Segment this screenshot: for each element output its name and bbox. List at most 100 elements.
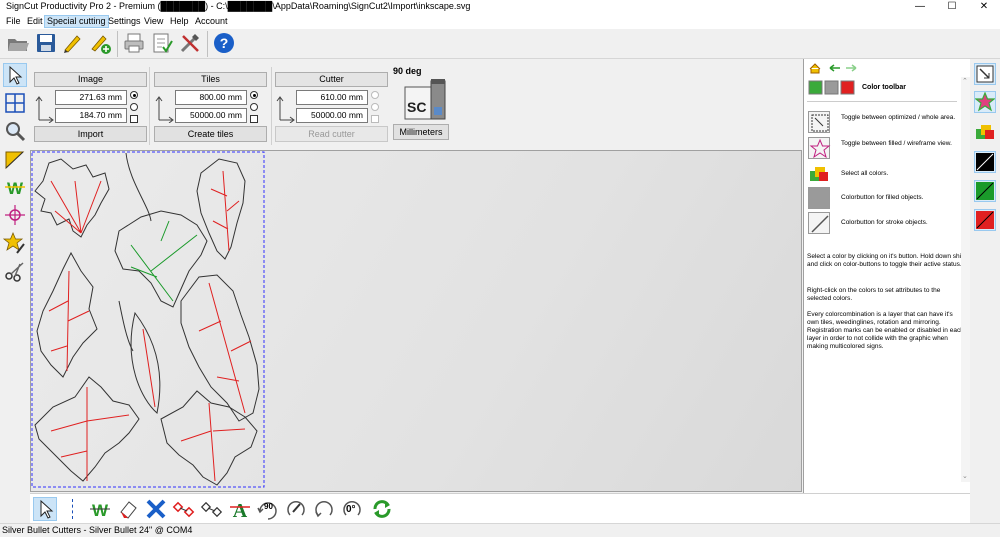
menu-help[interactable]: Help [168,16,191,26]
help-item-text: Select all colors. [841,170,889,177]
stroke-color-icon [808,212,830,234]
units-button[interactable]: Millimeters [393,124,449,140]
registration-mark-icon[interactable] [3,203,27,227]
rotate-zero-label: 0° [346,504,356,515]
bottom-toolbar: W A 90 0° [30,493,970,523]
black-stroke-icon[interactable] [974,151,996,173]
star-edit-icon[interactable] [2,231,27,255]
drawing-canvas[interactable] [30,150,802,492]
nodes-icon[interactable] [200,497,224,521]
image-panel-header: Image [34,72,147,87]
rotate-zero-icon[interactable]: 0° [340,497,362,521]
tiles-lock-checkbox[interactable] [250,115,258,123]
scroll-down-icon[interactable]: ⌄ [962,472,968,480]
all-colors-icon[interactable] [974,121,996,143]
checklist-icon[interactable] [150,31,174,55]
help-paragraph: Select a color by clicking on it's butto… [807,253,965,268]
weed-triangle-icon[interactable] [3,147,27,171]
status-bar: Silver Bullet Cutters - Silver Bullet 24… [0,523,1000,537]
help-icon[interactable]: ? [212,31,236,55]
read-cutter-button: Read cutter [275,126,388,142]
left-toolbox: W [0,59,30,494]
scissors-icon[interactable] [3,259,27,283]
cutter-panel: Cutter 610.00 mm 50000.00 mm Read cutter [273,67,391,145]
rotate-free-icon[interactable] [312,497,336,521]
selection-bounds [31,151,265,488]
weedline-w-icon[interactable]: W [3,175,27,199]
tiles-panel-header: Tiles [154,72,267,87]
color-layer-strip [970,59,1000,493]
help-paragraph: Right-click on the colors to set attribu… [807,287,941,302]
maximize-button[interactable]: ☐ [937,0,967,14]
dimension-axes-icon [155,96,174,123]
image-height-input[interactable]: 184.70 mm [55,108,127,123]
tiles-height-input[interactable]: 50000.00 mm [175,108,247,123]
signcut-rotation-icon[interactable]: SC [404,77,448,121]
select-arrow-icon[interactable] [3,63,27,87]
menu-special-cutting[interactable]: Special cutting [44,15,109,28]
close-button[interactable]: ✕ [969,0,999,14]
cutter-height-input[interactable]: 50000.00 mm [296,108,368,123]
main-toolbar: ? [0,29,1000,59]
edit-add-icon[interactable] [88,31,112,55]
weedline-icon[interactable]: W [88,497,112,521]
svg-text:?: ? [220,35,229,51]
tiles-radio-height[interactable] [250,103,258,111]
cutter-panel-header: Cutter [275,72,388,87]
rotation-label: 90 deg [393,66,422,76]
cutter-radio-height [371,103,379,111]
help-title: Color toolbar [862,84,906,91]
dimension-axes-icon [276,96,295,123]
eraser-icon[interactable] [116,497,140,521]
help-divider [807,101,957,102]
toolbar-separator [117,31,118,57]
leaf-artwork[interactable] [31,151,802,492]
red-stroke-icon[interactable] [974,209,996,231]
tiles-width-input[interactable]: 800.00 mm [175,90,247,105]
menu-view[interactable]: View [142,16,165,26]
zoom-icon[interactable] [3,119,27,143]
cutter-width-input[interactable]: 610.00 mm [296,90,368,105]
delete-x-icon[interactable] [144,497,168,521]
toolbar-separator [207,31,208,57]
create-tiles-button[interactable]: Create tiles [154,126,267,142]
help-scrollbar[interactable]: ⌃ ⌄ [961,77,970,482]
scroll-up-icon[interactable]: ⌃ [962,77,968,85]
signcut-badge: SC [407,99,427,115]
svg-text:W: W [92,501,109,520]
open-folder-icon[interactable] [6,31,30,55]
fill-color-icon [808,187,830,209]
select-colors-icon [808,163,830,185]
star-color-icon[interactable] [974,91,996,113]
save-icon[interactable] [34,31,58,55]
select-arrow-icon[interactable] [33,497,57,521]
wireframe-icon[interactable] [974,63,996,85]
minimize-button[interactable]: — [905,0,935,14]
image-radio-height[interactable] [130,103,138,111]
text-a-icon[interactable]: A [228,497,252,522]
rotate-90-icon[interactable]: 90 [256,497,280,521]
tiles-grid-icon[interactable] [3,91,27,115]
image-lock-checkbox[interactable] [130,115,138,123]
nodes-red-icon[interactable] [172,497,196,521]
import-button[interactable]: Import [34,126,147,142]
help-item-text: Toggle between optimized / whole area. [841,114,956,121]
image-radio-width[interactable] [130,91,138,99]
edit-pen-icon[interactable] [60,31,84,55]
menu-account[interactable]: Account [193,16,230,26]
help-item-text: Toggle between filled / wireframe view. [841,140,952,147]
image-panel: Image 271.63 mm 184.70 mm Import [32,67,150,145]
menu-edit[interactable]: Edit [25,16,45,26]
image-width-input[interactable]: 271.63 mm [55,90,127,105]
help-panel: Color toolbar Toggle between optimized /… [803,59,970,493]
rotation-panel: 90 deg SC Millimeters [393,64,453,146]
rotate-cw-icon[interactable] [284,497,308,521]
refresh-icon[interactable] [370,497,394,521]
print-icon[interactable] [122,31,146,55]
tiles-radio-width[interactable] [250,91,258,99]
menu-settings[interactable]: Settings [106,16,143,26]
svg-text:A: A [233,500,248,521]
green-stroke-icon[interactable] [974,180,996,202]
tools-icon[interactable] [178,31,202,55]
menu-file[interactable]: File [4,16,23,26]
